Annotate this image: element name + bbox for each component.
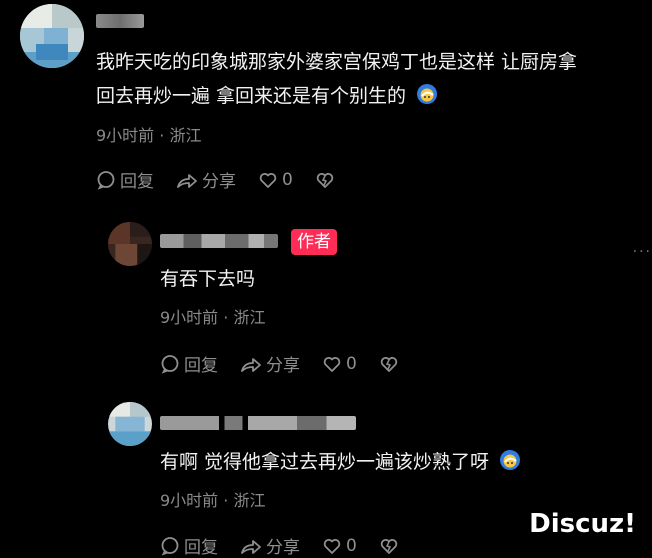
reply-icon	[97, 170, 115, 190]
share-button[interactable]: 分享	[176, 167, 236, 192]
facepalm-emoji	[417, 84, 438, 104]
share-icon	[177, 173, 197, 188]
avatar-image	[108, 402, 152, 446]
share-label: 分享	[266, 538, 300, 558]
avatar[interactable]	[108, 402, 152, 446]
username-blurred[interactable]	[160, 234, 278, 248]
comment-text-line-2: 回去再炒一遍 拿回来还是有个别生的	[96, 80, 438, 112]
dislike-icon	[380, 538, 398, 554]
more-options-button[interactable]: ···	[633, 244, 652, 260]
heart-icon	[323, 538, 341, 554]
share-icon	[241, 357, 261, 372]
username-blurred[interactable]	[96, 14, 144, 28]
comment-text-line-1: 我昨天吃的印象城那家外婆家宫保鸡丁也是这样 让厨房拿	[96, 51, 578, 73]
avatar[interactable]	[20, 4, 84, 68]
watermark-discuz: Discuz!	[529, 509, 636, 539]
dislike-icon	[316, 172, 334, 188]
reply-button[interactable]: 回复	[96, 167, 154, 192]
like-button[interactable]: 0	[322, 354, 357, 374]
share-icon	[241, 539, 261, 554]
dislike-button[interactable]	[315, 170, 335, 190]
reply-icon	[161, 536, 179, 556]
comment-text: 有吞下去吗	[160, 268, 256, 290]
heart-icon	[323, 356, 341, 372]
dislike-icon	[380, 356, 398, 372]
comment-meta: 9小时前 · 浙江	[160, 491, 266, 510]
share-label: 分享	[266, 356, 300, 376]
reply-button[interactable]: 回复	[160, 351, 218, 376]
share-button[interactable]: 分享	[240, 533, 300, 558]
avatar-image	[108, 222, 152, 266]
share-button[interactable]: 分享	[240, 351, 300, 376]
dislike-button[interactable]	[379, 536, 399, 556]
like-count: 0	[282, 169, 293, 190]
like-button[interactable]: 0	[258, 170, 293, 190]
comment-actions: 回复 分享 0	[96, 167, 335, 192]
reply-label: 回复	[184, 538, 218, 558]
dislike-button[interactable]	[379, 354, 399, 374]
like-count: 0	[346, 535, 357, 556]
comment-text: 有啊 觉得他拿过去再炒一遍该炒熟了呀	[160, 451, 490, 473]
comment-text: 回去再炒一遍 拿回来还是有个别生的	[96, 85, 407, 107]
like-button[interactable]: 0	[322, 536, 357, 556]
comment-meta: 9小时前 · 浙江	[96, 126, 202, 145]
facepalm-emoji	[500, 450, 521, 470]
reply-label: 回复	[184, 356, 218, 376]
avatar[interactable]	[108, 222, 152, 266]
reply-icon	[161, 354, 179, 374]
heart-icon	[259, 172, 277, 188]
comment-actions: 回复 分享 0	[160, 533, 399, 558]
comment-meta: 9小时前 · 浙江	[160, 308, 266, 327]
comment-actions: 回复 分享 0	[160, 351, 399, 376]
reply-button[interactable]: 回复	[160, 533, 218, 558]
username-blurred[interactable]	[160, 416, 356, 430]
avatar-image	[20, 4, 84, 68]
share-label: 分享	[202, 172, 236, 192]
reply-label: 回复	[120, 172, 154, 192]
like-count: 0	[346, 353, 357, 374]
comment-text-line: 有啊 觉得他拿过去再炒一遍该炒熟了呀	[160, 446, 521, 478]
author-badge: 作者	[291, 229, 337, 255]
